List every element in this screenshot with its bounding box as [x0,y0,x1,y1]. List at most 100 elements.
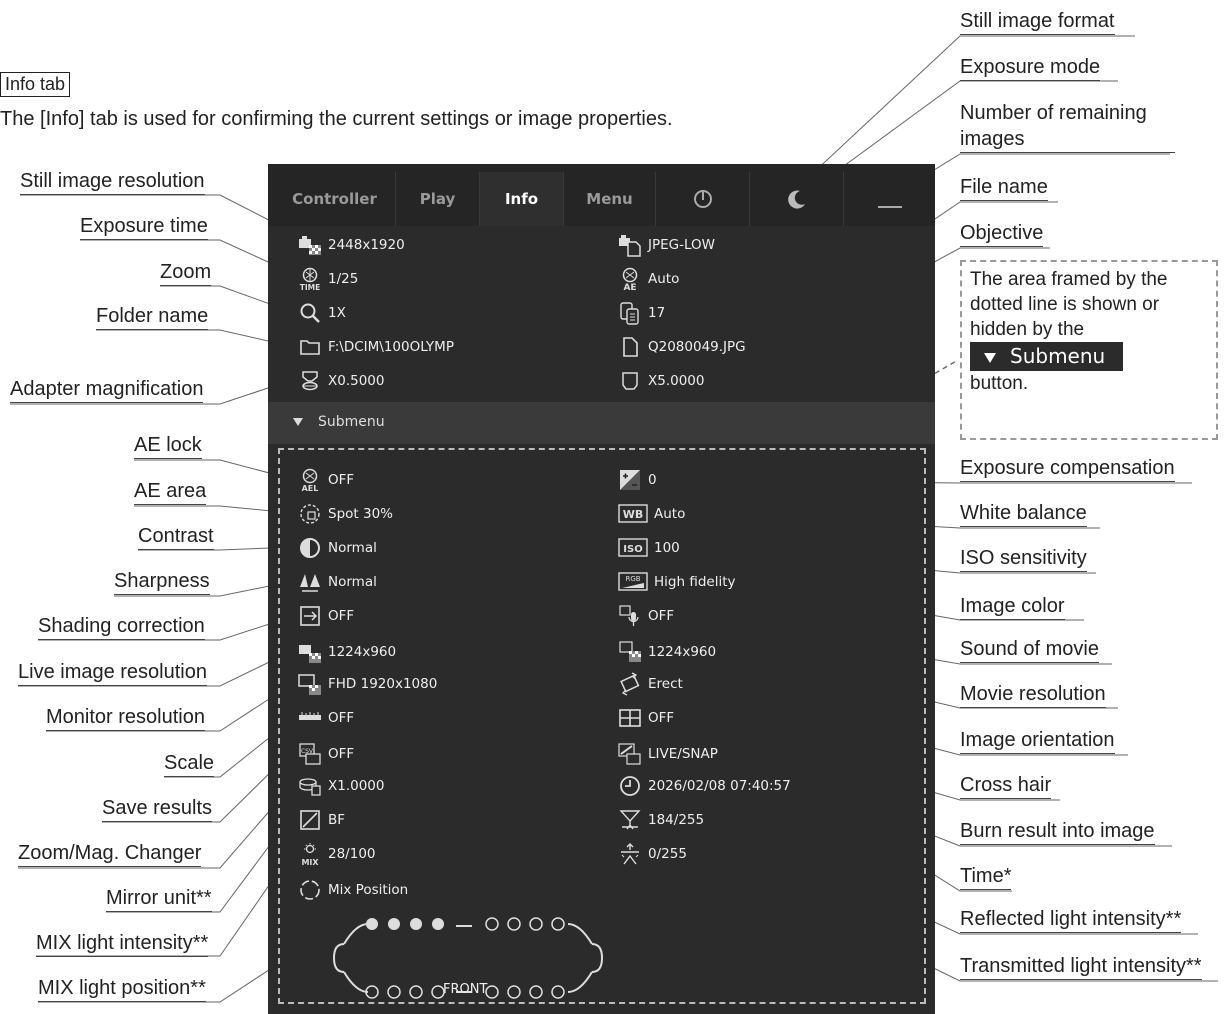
mix-front-label: FRONT [443,982,488,997]
svg-text:ISO: ISO [623,544,642,555]
night-mode-button[interactable] [750,172,844,226]
label-mirror-unit: Mirror unit** [106,887,212,912]
adapter-magnification-value: X0.5000 [328,373,385,389]
svg-text:TIME: TIME [300,283,321,291]
time-icon [618,774,642,798]
objective-row: X5.0000 [618,369,705,393]
folder-name-value: F:\DCIM\100OLYMP [328,339,454,355]
image-orientation-row: Erect [618,672,683,696]
mirror-unit-icon [298,808,322,832]
mix-position-icon [298,878,322,902]
ae-area-icon [298,502,322,526]
monitor-resolution-row: FHD 1920x1080 [298,672,437,696]
tab-info[interactable]: Info [480,172,564,226]
exposure-mode-row: AE Auto [618,267,679,293]
folder-name-row: F:\DCIM\100OLYMP [298,335,454,359]
label-save-results: Save results [102,797,213,822]
note-text-end: button. [970,373,1029,394]
iso-sensitivity-value: 100 [654,540,680,556]
reflected-light-row: 184/255 [618,808,704,832]
label-cross-hair: Cross hair [960,774,1052,799]
movie-resolution-row: 1224x960 [618,640,716,664]
time-row: 2026/02/08 07:40:57 [618,774,791,798]
mix-position-value: Mix Position [328,882,409,898]
white-balance-icon: WB [618,502,648,526]
label-scale: Scale [164,752,215,777]
label-sound-of-movie: Sound of movie [960,638,1099,663]
monitor-resolution-value: FHD 1920x1080 [328,676,438,692]
info-panel: Controller Play Info Menu 2448x1920 TIME… [268,164,935,1014]
iso-sensitivity-row: ISO 100 [618,536,680,560]
mirror-unit-row: BF [298,808,345,832]
exposure-mode-icon: AE [618,267,642,293]
tab-bar: Controller Play Info Menu [268,164,935,226]
note-text: The area framed by the dotted line is sh… [970,269,1168,340]
submenu-button[interactable]: Submenu [268,402,935,444]
submenu-button-label: Submenu [1010,344,1106,368]
minimize-icon [877,206,902,208]
zoom-mag-changer-value: X1.0000 [328,778,385,794]
monitor-resolution-icon [298,672,322,696]
label-burn-result: Burn result into image [960,820,1155,845]
mirror-unit-value: BF [328,812,346,828]
scale-icon [298,706,322,730]
zoom-mag-changer-row: X1.0000 [298,774,385,798]
zoom-value: 1X [328,305,346,321]
label-sharpness: Sharpness [114,570,210,595]
sound-of-movie-value: OFF [648,608,675,624]
cross-hair-row: OFF [618,706,674,730]
svg-text:AE: AE [623,283,636,291]
iso-icon: ISO [618,536,648,560]
tab-menu[interactable]: Menu [564,172,656,226]
ae-lock-row: AEL OFF [298,468,354,493]
image-color-value: High fidelity [654,574,736,590]
white-balance-value: Auto [654,506,686,522]
shading-correction-value: OFF [328,608,355,624]
label-exposure-mode: Exposure mode [960,56,1101,81]
file-name-row: Q2080049.JPG [618,335,746,359]
label-file-name: File name [960,176,1048,201]
reflected-light-value: 184/255 [648,812,705,828]
power-button[interactable] [656,172,750,226]
label-exposure-time: Exposure time [80,215,208,240]
exposure-time-row: TIME 1/25 [298,267,358,292]
ae-area-row: Spot 30% [298,502,393,526]
mix-light-intensity-row: MIX 28/100 [298,842,376,867]
live-image-resolution-row: 1224x960 [298,640,396,664]
still-image-format-row: JPEG-LOW [618,233,715,257]
sharpness-value: Normal [328,574,377,590]
burn-result-icon [618,742,642,766]
transmitted-light-icon [618,842,642,866]
svg-text:MIX: MIX [301,858,319,866]
moon-icon [787,190,805,209]
minimize-button[interactable] [844,172,935,226]
label-white-balance: White balance [960,502,1087,527]
exposure-comp-icon [618,468,642,492]
movie-resolution-icon [618,640,642,664]
label-zoom: Zoom [160,261,212,286]
time-value: 2026/02/08 07:40:57 [648,778,791,794]
sound-of-movie-row: OFF [618,604,674,628]
exposure-time-icon: TIME [298,267,322,292]
still-image-resolution-value: 2448x1920 [328,237,405,253]
label-objective: Objective [960,222,1044,247]
cross-hair-icon [618,706,642,730]
live-image-resolution-value: 1224x960 [328,644,397,660]
label-image-color: Image color [960,595,1065,620]
scale-value: OFF [328,710,355,726]
exposure-compensation-row: 0 [618,468,657,492]
label-ae-lock: AE lock [134,434,202,459]
folder-icon [298,335,322,359]
label-mix-light-intensity: MIX light intensity** [36,932,209,957]
orientation-icon [618,672,642,696]
ae-lock-icon: AEL [298,468,322,493]
label-exposure-compensation: Exposure compensation [960,457,1175,482]
mix-light-icon: MIX [298,842,322,867]
label-folder-name: Folder name [96,305,209,330]
label-live-image-resolution: Live image resolution [18,661,207,686]
white-balance-row: WB Auto [618,502,685,526]
tab-play[interactable]: Play [396,172,480,226]
image-orientation-value: Erect [648,676,683,692]
tab-controller[interactable]: Controller [274,172,396,226]
label-zoom-mag-changer: Zoom/Mag. Changer [18,842,202,867]
